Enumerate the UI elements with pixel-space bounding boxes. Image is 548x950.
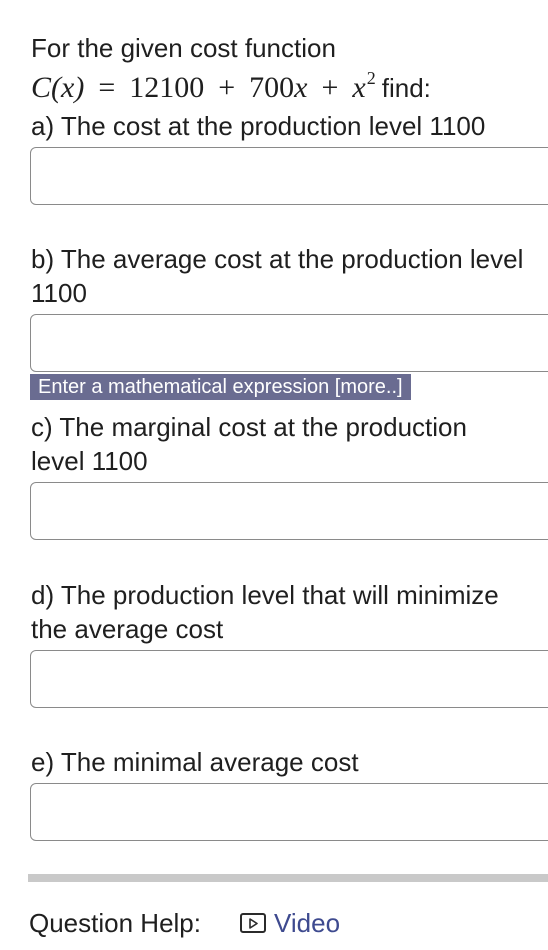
formula-math: C(x) = 12100 +700x + x2 [31,68,376,104]
formula-constant: 12100 [129,71,205,104]
section-divider [28,874,548,882]
formula-exponent: 2 [366,68,376,88]
part-b-label-line1: b) The average cost at the production le… [31,244,524,274]
formula-lhs: C(x) [31,71,85,104]
cost-function-formula: C(x) = 12100 +700x + x2 find: [31,68,431,106]
expression-hint-tooltip[interactable]: Enter a mathematical expression [more..] [30,374,411,400]
answer-input-e[interactable] [30,783,548,841]
answer-input-d[interactable] [30,650,548,708]
part-d-label-line1: d) The production level that will minimi… [31,580,499,610]
formula-find-label: find: [381,73,431,103]
video-help-link[interactable]: Video [240,906,340,940]
answer-input-a[interactable] [30,147,548,205]
part-c-label-line1: c) The marginal cost at the production [31,412,467,442]
part-a-label: a) The cost at the production level 1100 [31,111,486,141]
part-c-label-line2: level 1100 [31,446,148,476]
question-help-label: Question Help: [29,908,201,938]
formula-quad-variable: x [352,71,366,104]
formula-variable: x [294,71,308,104]
part-d-label-line2: the average cost [31,614,224,644]
formula-plus-2: + [321,71,339,104]
formula-equals: = [98,71,116,104]
video-link-label: Video [274,908,341,938]
part-b-label-line2: 1100 [31,278,87,308]
answer-input-c[interactable] [30,482,548,540]
answer-input-b[interactable] [30,314,548,372]
intro-text: For the given cost function [31,33,336,63]
part-e-label: e) The minimal average cost [31,747,359,777]
formula-linear-coef: 700 [249,71,295,104]
video-play-icon [240,913,266,933]
question-panel: For the given cost function C(x) = 12100 +7… [0,0,548,950]
formula-plus-1: + [218,71,236,104]
